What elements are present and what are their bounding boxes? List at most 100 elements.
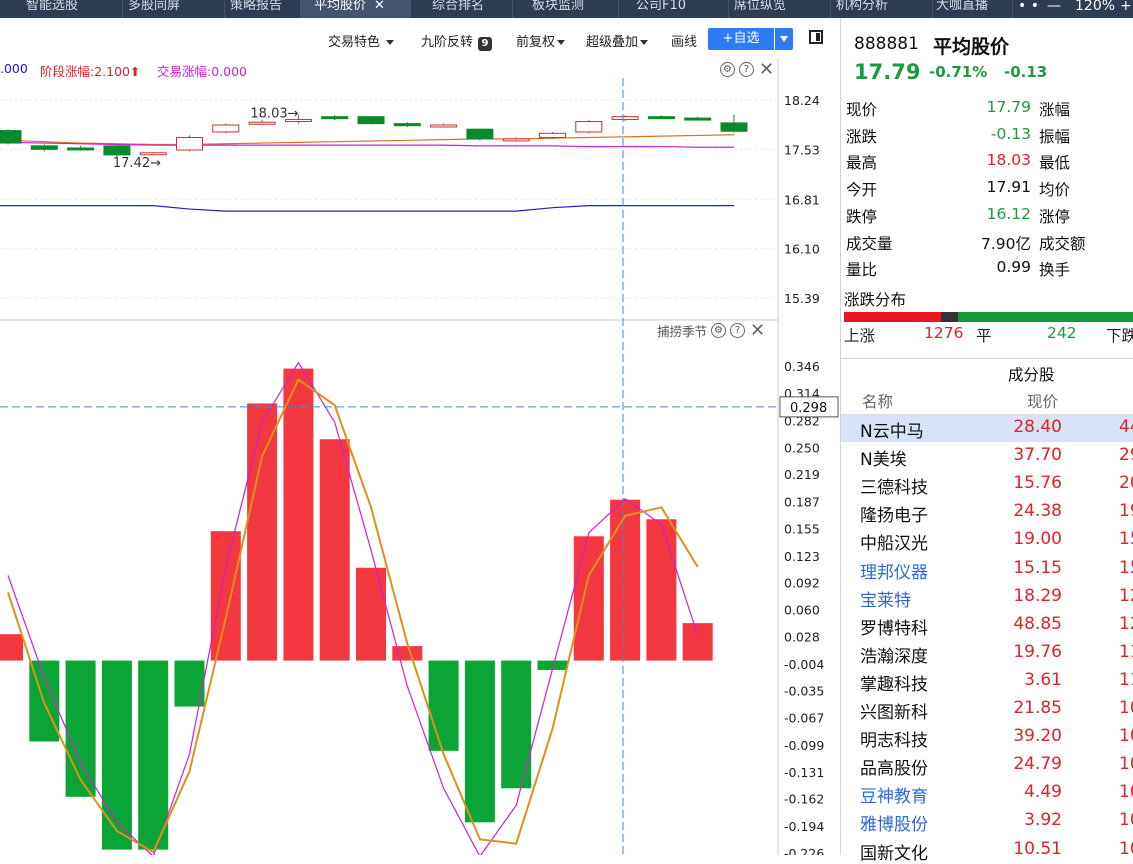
stock-item-price: 21.85 — [1013, 698, 1062, 718]
stock-item-price: 19.00 — [1013, 529, 1062, 550]
list-item[interactable]: 品高股份 24.79 10 — [841, 751, 1133, 779]
add-watchlist-dropdown[interactable] — [775, 28, 793, 50]
list-item[interactable]: 兴图新科 21.85 10 — [841, 695, 1133, 723]
y-tick-label: -0.099 — [784, 738, 824, 753]
top-tab-bar: 智能选股 多股同屏 策略报告 平均股价 ✕ 综合排名 板块监测 公司F10 席位纵览 机构分析 大咖… — [0, 0, 1133, 18]
stock-item-price: 10.51 — [1013, 838, 1062, 859]
col-price[interactable]: 现价 — [1027, 390, 1058, 412]
overlay-label: 超级叠加 — [586, 35, 639, 50]
tab-0[interactable]: 智能选股 — [12, 0, 122, 18]
chevron-down-icon — [386, 40, 395, 45]
close-icon[interactable]: ✕ — [374, 0, 385, 13]
list-item[interactable]: N美埃 37.70 29 — [841, 442, 1133, 470]
list-item[interactable]: 豆神教育 4.49 10 — [841, 779, 1133, 807]
quote-value: 0.99 — [996, 258, 1031, 277]
overlay-menu[interactable]: 超级叠加 — [586, 31, 649, 50]
y-tick-label: 18.24 — [784, 93, 820, 108]
stock-item-extra: 10 — [1119, 810, 1133, 831]
ma-line-0 — [7, 134, 735, 146]
tab-5[interactable]: 板块监测 — [518, 0, 618, 18]
candle — [321, 116, 349, 120]
stock-item-extra: 15 — [1119, 557, 1133, 578]
tab-1[interactable]: 多股同屏 — [114, 0, 224, 18]
list-item[interactable]: 罗博特科 48.85 12 — [841, 611, 1133, 639]
list-item[interactable]: 宝莱特 18.29 12 — [841, 583, 1133, 611]
zoom-level[interactable]: 120% — [1075, 0, 1115, 18]
minimize-icon[interactable]: — — [1047, 0, 1061, 18]
list-item[interactable]: 三德科技 15.76 20 — [841, 470, 1133, 498]
histogram-bar — [501, 660, 532, 789]
tab-label: 策略报告 — [230, 0, 283, 13]
stock-item-extra: 19 — [1119, 501, 1133, 522]
y-tick-label: 0.060 — [784, 603, 820, 618]
stock-item-extra: 29 — [1119, 445, 1133, 466]
layout-toggle-icon[interactable] — [809, 30, 823, 44]
quote-value: 7.90亿 — [980, 234, 1031, 253]
list-item[interactable]: 国新文化 10.51 10 — [841, 836, 1133, 864]
zoom-in-icon[interactable]: + — [1120, 0, 1132, 18]
quote-label: 涨跌 — [846, 127, 878, 146]
candle — [103, 145, 131, 156]
candle — [248, 121, 276, 125]
list-item[interactable]: 掌趣科技 3.61 11 — [841, 667, 1133, 695]
list-item[interactable]: 浩瀚深度 19.76 11 — [841, 639, 1133, 667]
stock-item-name: 品高股份 — [860, 759, 928, 780]
tab-7[interactable]: 席位纵览 — [720, 0, 830, 18]
histogram-bar — [65, 660, 96, 797]
flat-label: 平 — [976, 327, 992, 345]
list-item[interactable]: 隆扬电子 24.38 19 — [841, 498, 1133, 526]
tab-9[interactable]: 大咖直播 — [922, 0, 1012, 18]
y-tick-label: 0.187 — [784, 494, 820, 509]
tab-3[interactable]: 平均股价 ✕ — [300, 0, 410, 18]
tab-4[interactable]: 综合排名 — [418, 0, 512, 18]
col-name[interactable]: 名称 — [862, 390, 893, 412]
tab-6[interactable]: 公司F10 — [622, 0, 728, 18]
list-item[interactable]: 明志科技 39.20 10 — [841, 723, 1133, 751]
list-item[interactable]: N云中马 28.40 44 — [841, 414, 1133, 442]
quote-row: 成交量 7.90亿 成交额 — [846, 232, 1133, 258]
histogram-bar — [138, 660, 169, 850]
stock-item-price: 19.76 — [1013, 641, 1062, 662]
list-item[interactable]: 中船汉光 19.00 15 — [841, 526, 1133, 554]
quote-value: 18.03 — [986, 151, 1031, 170]
tab-separator — [618, 0, 619, 18]
tab-8[interactable]: 机构分析 — [822, 0, 932, 18]
tab-label: 多股同屏 — [128, 0, 181, 13]
candle — [67, 147, 95, 151]
stock-item-extra: 44 — [1119, 417, 1133, 437]
candle — [466, 128, 494, 140]
draw-line-button[interactable]: 画线 — [671, 31, 697, 50]
quote-label: 跌停 — [846, 207, 878, 226]
candle — [539, 132, 566, 139]
chevron-down-icon — [557, 40, 566, 45]
quote-label: 最高 — [846, 154, 878, 173]
nine-step-button[interactable]: 九阶反转 9 — [421, 31, 493, 51]
stock-item-extra: 10 — [1119, 754, 1133, 775]
nine-badge: 9 — [478, 37, 493, 51]
tab-label: 板块监测 — [532, 0, 585, 13]
candle — [502, 138, 530, 142]
change-amount: -0.13 — [1004, 63, 1048, 81]
list-item[interactable]: 理邦仪器 15.15 15 — [841, 555, 1133, 583]
tab-separator — [410, 0, 411, 18]
stock-item-name: 宝莱特 — [860, 590, 911, 611]
y-tick-label: 0.028 — [784, 630, 820, 645]
trade-feature-menu[interactable]: 交易特色 — [328, 31, 395, 50]
tab-label: 席位纵览 — [734, 0, 787, 13]
y-tick-label: -0.131 — [784, 765, 824, 780]
stock-item-name: 隆扬电子 — [860, 506, 928, 527]
tab-label: 公司F10 — [636, 0, 687, 13]
pin-icon[interactable]: • • — [1018, 0, 1039, 18]
candle — [212, 124, 240, 133]
ma-line-2 — [0, 205, 734, 212]
stock-item-price: 3.61 — [1024, 669, 1062, 690]
add-watchlist-button[interactable]: +自选 — [708, 28, 774, 50]
histogram-bar — [610, 499, 641, 661]
stock-item-price: 28.40 — [1013, 417, 1062, 437]
kline-chart[interactable]: 18.24 17.53 16.81 16.10 15.39 18.03→ 17.42→ 0.3… — [0, 58, 840, 855]
tab-2[interactable]: 策略报告 — [216, 0, 310, 18]
adjust-menu[interactable]: 前复权 — [516, 31, 566, 50]
high-annotation: 18.03→ — [250, 107, 298, 122]
list-item[interactable]: 雅博股份 3.92 10 — [841, 807, 1133, 835]
y-tick-label: -0.226 — [784, 846, 824, 855]
